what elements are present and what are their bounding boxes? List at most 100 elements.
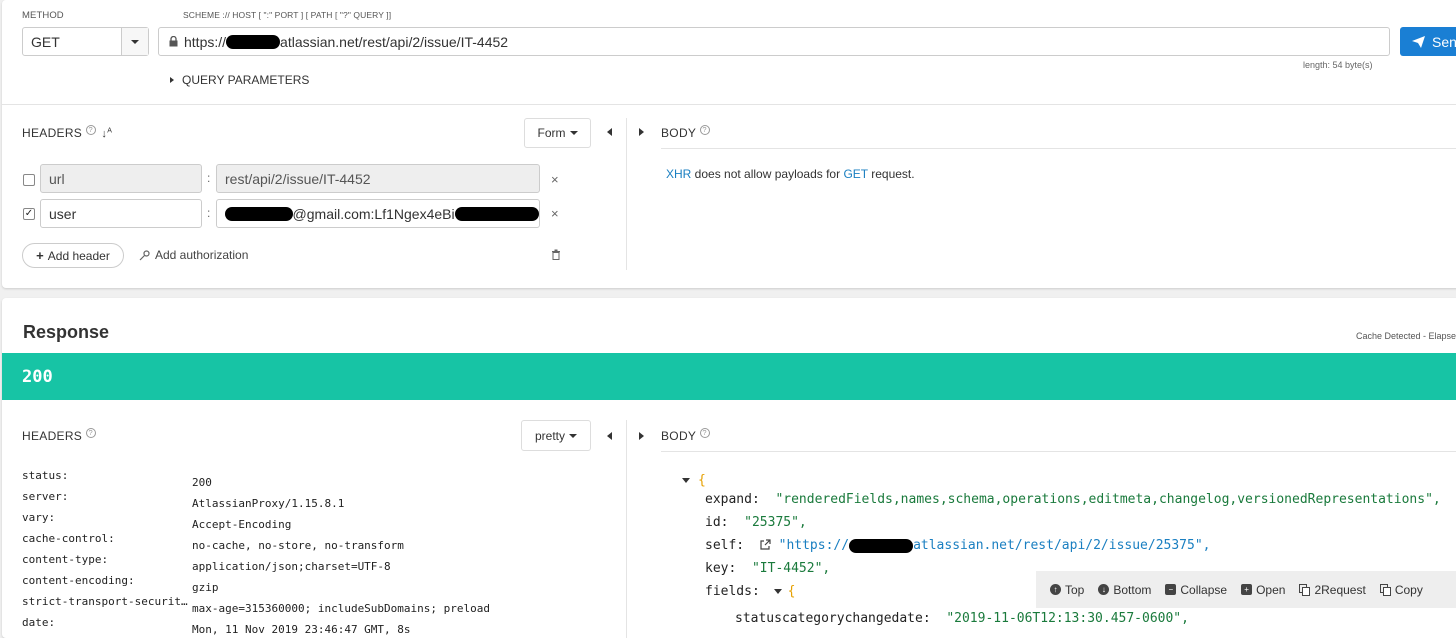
to-request-button[interactable]: 2Request [1299, 582, 1366, 597]
header-value-text: @gmail.com:Lf1Ngex4eBi [292, 205, 455, 222]
header-row: cache-control:no-cache, no-store, no-tra… [22, 528, 404, 552]
headers-mode-select[interactable]: Form [524, 118, 591, 148]
trash-icon[interactable] [551, 249, 561, 260]
header-enable-checkbox[interactable]: ✓ [23, 208, 35, 220]
divider [661, 451, 1456, 452]
collapse-toggle-icon[interactable] [682, 478, 690, 483]
redaction [849, 538, 914, 553]
json-url[interactable]: "https:// [779, 538, 849, 553]
json-key: key: [705, 561, 737, 576]
bottom-button[interactable]: ↓ Bottom [1098, 583, 1151, 597]
minus-square-icon: − [1165, 584, 1177, 595]
open-button[interactable]: + Open [1241, 583, 1285, 597]
remove-header-icon[interactable]: × [551, 172, 559, 187]
json-root-line: { [682, 473, 706, 488]
status-code: 200 [22, 367, 53, 387]
caret-right-icon [170, 77, 174, 83]
length-info: length: 54 byte(s) [1303, 60, 1373, 70]
key-icon [139, 249, 150, 260]
remove-header-icon[interactable]: × [551, 206, 559, 221]
arrow-up-icon: ↑ [1050, 584, 1061, 595]
body-title: BODY ? [661, 125, 710, 140]
collapse-left-icon[interactable] [607, 432, 612, 440]
help-icon[interactable]: ? [85, 125, 96, 135]
divider [626, 118, 627, 270]
add-header-button[interactable]: + Add header [22, 243, 124, 268]
bottom-label: Bottom [1113, 582, 1152, 597]
header-row: vary:Accept-Encoding [22, 507, 291, 531]
header-key: status: [22, 469, 69, 482]
json-brace: { [698, 473, 706, 488]
colon: : [207, 206, 211, 220]
body-message-text: does not allow payloads for [691, 167, 844, 181]
headers-view-select[interactable]: pretty [521, 420, 591, 451]
copy-icon [1379, 583, 1391, 596]
header-name-field[interactable]: user [40, 199, 202, 228]
help-icon[interactable]: ? [85, 428, 96, 438]
arrow-down-icon: ↓ [1098, 584, 1110, 595]
xhr-link[interactable]: XHR [666, 167, 691, 181]
json-key: statuscategorychangedate: [735, 611, 931, 626]
expand-right-icon[interactable] [639, 128, 644, 136]
get-link[interactable]: GET [843, 167, 867, 181]
collapse-button[interactable]: − Collapse [1165, 583, 1227, 597]
help-icon[interactable]: ? [699, 428, 710, 438]
header-row: server:AtlassianProxy/1.15.8.1 [22, 486, 344, 510]
json-line-key: key: "IT-4452", [705, 561, 830, 576]
body-title: BODY ? [661, 428, 710, 443]
json-key: expand: [705, 492, 760, 507]
redaction [226, 34, 281, 49]
header-key: strict-transport-securit… [22, 595, 188, 608]
copy-button[interactable]: Copy [1379, 583, 1423, 597]
expand-right-icon[interactable] [639, 432, 644, 440]
method-select[interactable]: GET [22, 27, 149, 56]
body-message: XHR does not allow payloads for GET requ… [666, 167, 915, 181]
collapse-label: Collapse [1180, 582, 1228, 597]
url-prefix: https:// [184, 33, 227, 50]
send-button[interactable]: Sen [1400, 27, 1456, 56]
collapse-toggle-icon[interactable] [773, 589, 782, 594]
open-label: Open [1256, 582, 1286, 597]
sort-icon[interactable]: ↓A [101, 127, 112, 140]
json-line-self: self: "https:// atlassian.net/rest/api/2/… [705, 538, 1211, 553]
json-string: "renderedFields,names,schema,operations,… [775, 492, 1441, 507]
headers-title-text: HEADERS [22, 429, 83, 443]
header-name-field[interactable]: url [40, 164, 202, 193]
header-key: server: [22, 490, 69, 503]
json-string: "IT-4452", [751, 561, 831, 576]
headers-title: HEADERS ? ↓A [22, 125, 112, 140]
header-key: vary: [22, 511, 56, 524]
header-key: cache-control: [22, 532, 115, 545]
cache-note: Cache Detected - Elapse [1356, 331, 1456, 341]
header-row: content-encoding:gzip [22, 570, 219, 594]
chevron-down-icon [569, 131, 578, 135]
json-key: fields: [705, 584, 760, 599]
to-request-label: 2Request [1314, 582, 1366, 597]
json-brace: { [787, 584, 796, 599]
colon: : [207, 171, 211, 185]
header-value-field[interactable]: rest/api/2/issue/IT-4452 [216, 164, 540, 193]
url-input[interactable]: https:// atlassian.net/rest/api/2/issue/… [158, 27, 1390, 56]
divider [626, 420, 627, 638]
divider [661, 148, 1456, 149]
send-label: Sen [1432, 33, 1456, 50]
add-authorization-link[interactable]: Add authorization [139, 248, 248, 262]
redaction [454, 206, 539, 221]
header-key: content-encoding: [22, 574, 135, 587]
collapse-left-icon[interactable] [607, 128, 612, 136]
top-button[interactable]: ↑ Top [1050, 583, 1084, 597]
json-line-expand: expand: "renderedFields,names,schema,ope… [705, 492, 1441, 507]
header-row: strict-transport-securit…max-age=3153600… [22, 591, 490, 615]
header-enable-checkbox[interactable] [23, 174, 35, 186]
json-toolbar: ↑ Top ↓ Bottom − Collapse + Open 2Request Co… [1036, 571, 1456, 608]
query-params-toggle[interactable]: QUERY PARAMETERS [170, 73, 309, 87]
help-icon[interactable]: ? [699, 125, 710, 135]
json-line-id: id: "25375", [705, 515, 807, 530]
headers-view-value: pretty [534, 428, 565, 443]
external-link-icon[interactable] [760, 539, 771, 550]
json-string: "25375", [744, 515, 807, 530]
json-url[interactable]: atlassian.net/rest/api/2/issue/25375", [913, 538, 1210, 553]
header-value-field[interactable]: @gmail.com:Lf1Ngex4eBi [216, 199, 540, 228]
copy-to-request-icon [1299, 583, 1311, 596]
chevron-down-icon[interactable] [121, 28, 148, 55]
